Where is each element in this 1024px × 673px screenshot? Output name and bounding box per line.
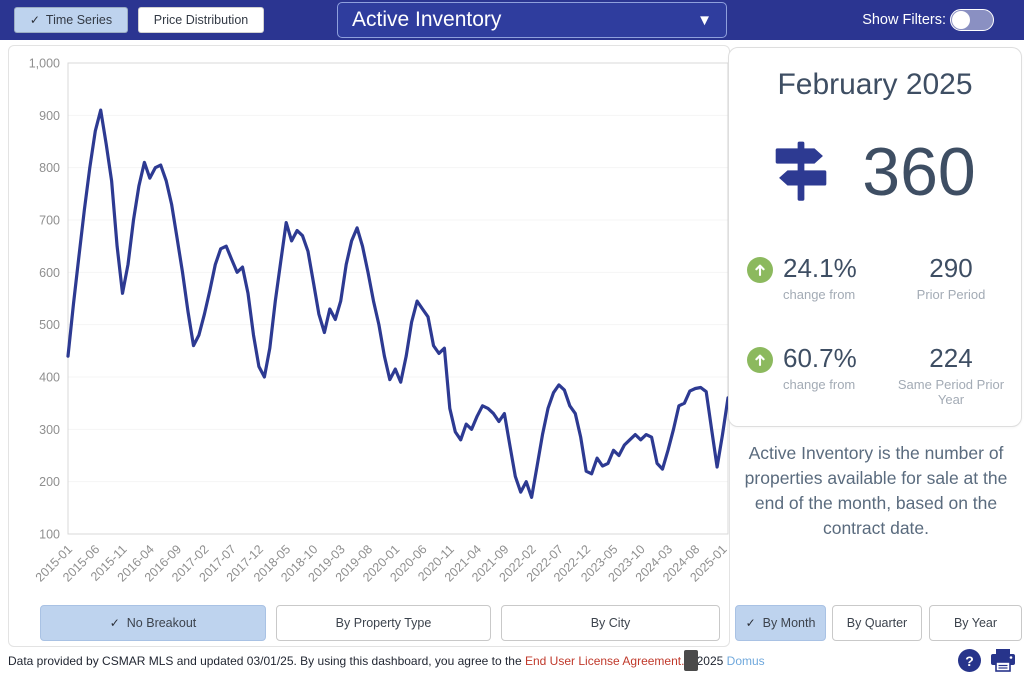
- y-axis-tick-label: 500: [39, 318, 60, 332]
- period-button-year[interactable]: By Year: [929, 605, 1022, 641]
- active-inventory-series-line: [68, 110, 728, 497]
- tab-time-series[interactable]: ✓ Time Series: [14, 7, 128, 33]
- footer-text: Data provided by CSMAR MLS and updated 0…: [8, 654, 765, 668]
- footer: Data provided by CSMAR MLS and updated 0…: [0, 648, 1024, 673]
- stat-percent-caption: change from: [783, 287, 857, 302]
- period-month-label: By Month: [763, 616, 816, 630]
- breakout-button-no-breakout[interactable]: ✓ No Breakout: [40, 605, 266, 641]
- period-button-quarter[interactable]: By Quarter: [832, 605, 922, 641]
- brand-link[interactable]: Domus: [727, 654, 765, 668]
- period-year-label: By Year: [954, 616, 997, 630]
- y-axis-tick-label: 700: [39, 214, 60, 228]
- stat-reference-value: 224: [897, 343, 1005, 374]
- stat-row-prior-period: 24.1% change from 290 Prior Period: [747, 253, 1005, 302]
- period-button-month[interactable]: ✓ By Month: [735, 605, 826, 641]
- tab-time-series-label: Time Series: [46, 13, 112, 27]
- help-button[interactable]: ?: [958, 649, 981, 672]
- check-icon: ✓: [746, 616, 756, 630]
- stat-reference-value: 290: [897, 253, 1005, 284]
- y-axis-tick-label: 100: [39, 528, 60, 542]
- footer-disclaimer: Data provided by CSMAR MLS and updated 0…: [8, 654, 525, 668]
- check-icon: ✓: [110, 616, 120, 630]
- y-axis-tick-label: 1,000: [29, 57, 60, 71]
- toggle-knob: [952, 11, 970, 29]
- metric-description: Active Inventory is the number of proper…: [730, 441, 1022, 540]
- breakout-button-city[interactable]: By City: [501, 605, 720, 641]
- breakout-no-breakout-label: No Breakout: [127, 616, 196, 630]
- stat-reference-caption: Same Period Prior Year: [897, 377, 1005, 407]
- summary-month-title: February 2025: [729, 68, 1021, 102]
- question-icon: ?: [965, 653, 974, 669]
- metric-dropdown-value: Active Inventory: [352, 8, 501, 32]
- check-icon: ✓: [30, 13, 40, 27]
- y-axis-tick-label: 400: [39, 371, 60, 385]
- y-axis-tick-label: 900: [39, 109, 60, 123]
- summary-value: 360: [862, 138, 975, 206]
- y-axis-tick-label: 800: [39, 161, 60, 175]
- show-filters-label: Show Filters:: [862, 0, 946, 40]
- inventory-line-chart: 1002003004005006007008009001,0002015-012…: [9, 46, 731, 606]
- show-filters-toggle[interactable]: [950, 9, 994, 31]
- chart-card: 1002003004005006007008009001,0002015-012…: [8, 45, 730, 647]
- breakout-property-type-label: By Property Type: [336, 616, 432, 630]
- summary-card: February 2025 360 24.1% change from 290 …: [728, 47, 1022, 427]
- header-bar: ✓ Time Series Price Distribution Active …: [0, 0, 1024, 40]
- metric-dropdown[interactable]: Active Inventory ▼: [337, 2, 727, 38]
- y-axis-tick-label: 300: [39, 423, 60, 437]
- tab-price-distribution-label: Price Distribution: [154, 13, 248, 27]
- breakout-city-label: By City: [591, 616, 631, 630]
- stat-reference-caption: Prior Period: [897, 287, 1005, 302]
- stat-percent: 60.7%: [783, 343, 857, 374]
- chevron-down-icon: ▼: [697, 12, 712, 29]
- breakout-button-property-type[interactable]: By Property Type: [276, 605, 491, 641]
- footer-dark-mark-icon: [684, 650, 698, 671]
- signpost-icon: [774, 141, 828, 203]
- print-button[interactable]: [990, 649, 1016, 672]
- stat-row-same-period-prior-year: 60.7% change from 224 Same Period Prior …: [747, 343, 1005, 407]
- stat-percent-caption: change from: [783, 377, 857, 392]
- up-arrow-icon: [747, 347, 773, 373]
- up-arrow-icon: [747, 257, 773, 283]
- y-axis-tick-label: 200: [39, 475, 60, 489]
- stat-percent: 24.1%: [783, 253, 857, 284]
- eula-link[interactable]: End User License Agreement: [525, 654, 681, 668]
- y-axis-tick-label: 600: [39, 266, 60, 280]
- tab-price-distribution[interactable]: Price Distribution: [138, 7, 264, 33]
- period-quarter-label: By Quarter: [847, 616, 907, 630]
